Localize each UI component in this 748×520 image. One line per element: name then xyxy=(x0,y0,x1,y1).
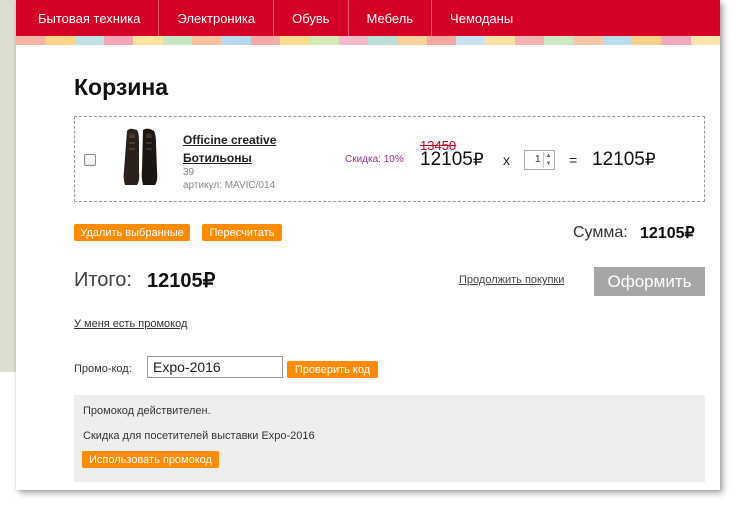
stripe-segment xyxy=(631,36,662,45)
stripe-segment xyxy=(690,36,720,45)
product-image[interactable] xyxy=(119,127,163,189)
recalculate-button[interactable]: Пересчитать xyxy=(202,224,282,241)
stripe-segment xyxy=(103,36,134,45)
total-amount: 12105 xyxy=(147,270,203,292)
background-strip xyxy=(0,0,16,372)
select-item-checkbox[interactable] xyxy=(84,154,96,166)
stripe-segment xyxy=(573,36,603,45)
line-total-value: 12105 xyxy=(592,149,645,170)
delete-selected-button[interactable]: Удалить выбранные xyxy=(74,224,190,241)
spin-up-icon[interactable]: ▲ xyxy=(546,153,552,159)
stripe-segment xyxy=(514,36,544,45)
product-name-link[interactable]: Officine creative Ботильоны xyxy=(183,131,293,167)
equals-sign: = xyxy=(569,152,578,168)
stripe-segment xyxy=(162,36,192,45)
ruble-icon: ₽ xyxy=(202,270,216,292)
stripe-segment xyxy=(191,36,222,45)
nav-item-suitcases[interactable]: Чемоданы xyxy=(432,0,531,36)
quantity-spinner[interactable]: ▲ ▼ xyxy=(543,152,553,168)
boots-icon xyxy=(123,128,158,185)
stripe-segment xyxy=(485,36,515,45)
stripe-segment xyxy=(426,36,456,45)
stripe-segment xyxy=(367,36,398,45)
stripe-segment xyxy=(338,36,368,45)
stripe-segment xyxy=(74,36,104,45)
decorative-stripes xyxy=(16,36,720,45)
ruble-icon: ₽ xyxy=(684,225,695,242)
stripe-segment xyxy=(661,36,691,45)
stripe-segment xyxy=(543,36,574,45)
promo-notice: Промокод действителен. Скидка для посети… xyxy=(74,395,705,482)
stripe-segment xyxy=(455,36,486,45)
stripe-segment xyxy=(250,36,280,45)
nav-item-electronics[interactable]: Электроника xyxy=(159,0,275,36)
stripe-segment xyxy=(602,36,632,45)
checkout-button[interactable]: Оформить xyxy=(594,267,705,296)
stripe-segment xyxy=(309,36,339,45)
unit-price-value: 12105 xyxy=(420,149,473,170)
total-label: Итого: xyxy=(74,269,132,291)
stripe-segment xyxy=(45,36,75,45)
ruble-icon: ₽ xyxy=(472,150,484,169)
page-title: Корзина xyxy=(74,74,169,100)
continue-shopping-link[interactable]: Продолжить покупки xyxy=(459,274,564,286)
sum-amount: 12105 xyxy=(640,225,685,242)
product-size: 39 xyxy=(183,167,195,178)
shop-window: Бытовая техника Электроника Обувь Мебель… xyxy=(16,0,720,490)
ruble-icon: ₽ xyxy=(644,150,656,169)
nav-item-furniture[interactable]: Мебель xyxy=(349,0,433,36)
line-total: 12105₽ xyxy=(592,149,656,171)
multiply-sign: x xyxy=(503,152,510,168)
total-value: 12105₽ xyxy=(147,268,215,293)
check-code-button[interactable]: Проверить код xyxy=(287,361,378,378)
nav-item-shoes[interactable]: Обувь xyxy=(274,0,349,36)
main-nav: Бытовая техника Электроника Обувь Мебель… xyxy=(16,0,720,36)
quantity-stepper[interactable]: 1 ▲ ▼ xyxy=(524,150,555,170)
promo-description: Скидка для посетителей выставки Expo-201… xyxy=(83,430,315,442)
promo-code-input[interactable] xyxy=(147,356,283,378)
cart-item-row: Officine creative Ботильоны 39 артикул: … xyxy=(74,116,705,202)
quantity-value: 1 xyxy=(535,154,541,165)
nav-item-appliances[interactable]: Бытовая техника xyxy=(20,0,160,36)
sum-label: Сумма: xyxy=(573,224,628,241)
stripe-segment xyxy=(397,36,427,45)
sum-value: 12105₽ xyxy=(640,223,695,243)
stripe-segment xyxy=(279,36,310,45)
discount-label: Скидка: 10% xyxy=(345,154,404,165)
stripe-segment xyxy=(133,36,163,45)
stripe-segment xyxy=(221,36,251,45)
promo-code-label: Промо-код: xyxy=(74,363,132,375)
spin-down-icon[interactable]: ▼ xyxy=(546,161,552,167)
unit-price: 12105₽ xyxy=(420,149,484,171)
promo-valid-message: Промокод действителен. xyxy=(83,405,211,417)
product-sku: артикул: MAVIC/014 xyxy=(183,180,276,191)
use-promo-code-button[interactable]: Использовать промокод xyxy=(82,451,219,468)
stripe-segment xyxy=(16,36,46,45)
have-promo-code-link[interactable]: У меня есть промокод xyxy=(74,318,187,330)
